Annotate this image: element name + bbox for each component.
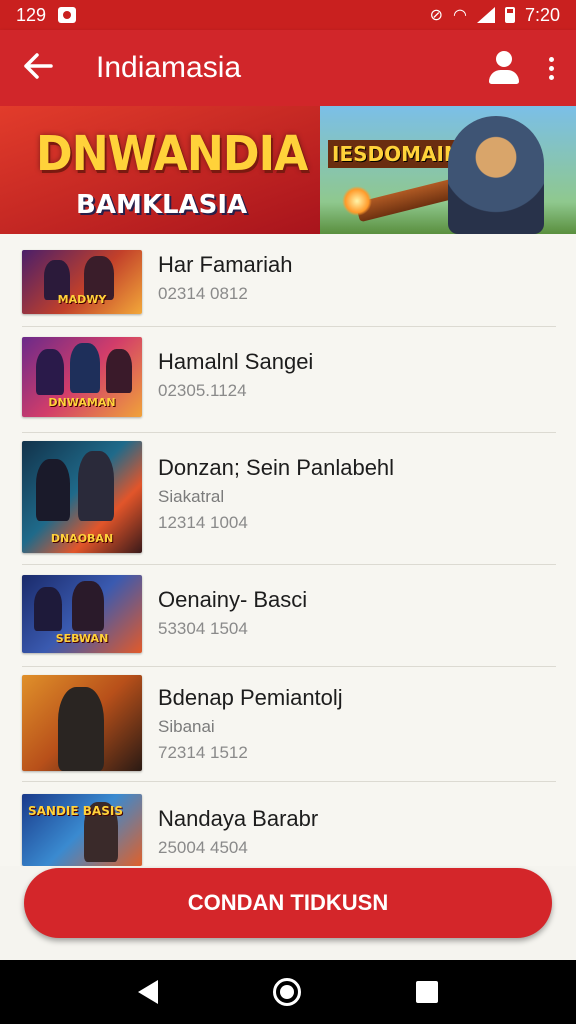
item-number: 53304 1504 [158, 619, 248, 638]
list-item[interactable]: DNAOBAN Donzan; Sein Panlabehl Siakatral… [0, 433, 576, 564]
banner-subtitle: BAMKLASIA [76, 190, 248, 220]
item-number: 02305.1124 [158, 381, 247, 400]
item-title: Bdenap Pemiantolj [158, 685, 343, 710]
nav-recents-icon[interactable] [416, 981, 439, 1003]
item-number: 72314 1512 [158, 743, 248, 762]
game-thumbnail: MADWY [22, 250, 142, 314]
list-item[interactable]: MADWY Har Famariah 02314 0812 [0, 234, 576, 326]
wifi-icon: ◠ [452, 7, 467, 24]
account-icon[interactable] [487, 51, 521, 85]
list-item[interactable]: SEBWAN Oenainy- Basci 53304 1504 [0, 565, 576, 666]
arrow-left-icon [23, 49, 53, 88]
item-number: 25004 4504 [158, 838, 248, 857]
game-list[interactable]: MADWY Har Famariah 02314 0812 DNWAMAN Ha… [0, 234, 576, 866]
game-thumbnail [22, 675, 142, 771]
item-number: 02314 0812 [158, 284, 248, 303]
banner-art-right: IESDOMAIN [320, 106, 576, 234]
item-title: Hamalnl Sangei [158, 349, 314, 374]
banner-hero-art [448, 116, 544, 234]
status-time-left: 129 [16, 4, 47, 25]
promo-banner[interactable]: DNWANDIA BAMKLASIA IESDOMAIN [0, 106, 576, 234]
system-nav-bar [0, 960, 576, 1024]
battery-icon [504, 7, 515, 23]
cta-button[interactable]: CONDAN TIDKUSN [24, 868, 552, 938]
more-vert-icon[interactable] [549, 56, 554, 80]
nav-back-icon[interactable] [137, 980, 158, 1004]
app-title: Indiamasia [96, 51, 242, 84]
alarm-icon: ⊘ [429, 7, 443, 24]
banner-flash-art [342, 186, 372, 216]
status-time: 7:20 [524, 4, 560, 25]
list-item[interactable]: Bdenap Pemiantolj Sibanai 72314 1512 [0, 667, 576, 781]
game-thumbnail: DNWAMAN [22, 337, 142, 417]
item-number: 12314 1004 [158, 513, 248, 532]
list-item[interactable]: DNWAMAN Hamalnl Sangei 02305.1124 [0, 327, 576, 433]
notification-icon [58, 7, 77, 23]
item-subtitle: Sibanai [158, 717, 215, 736]
game-thumbnail: SEBWAN [22, 575, 142, 653]
item-subtitle: Siakatral [158, 487, 225, 506]
item-title: Donzan; Sein Panlabehl [158, 455, 395, 480]
game-thumbnail: DNAOBAN [22, 441, 142, 553]
game-thumbnail: SANDIE BASIS [22, 794, 142, 866]
banner-game-tag: IESDOMAIN [328, 140, 465, 168]
item-title: Har Famariah [158, 252, 293, 277]
signal-icon [476, 7, 495, 23]
status-bar: 129 ⊘ ◠ 7:20 [0, 0, 576, 30]
app-bar: Indiamasia [0, 30, 576, 106]
item-title: Nandaya Barabr [158, 806, 319, 831]
item-title: Oenainy- Basci [158, 587, 308, 612]
list-item[interactable]: SANDIE BASIS Nandaya Barabr 25004 4504 [0, 782, 576, 866]
nav-home-icon[interactable] [272, 978, 301, 1006]
back-button[interactable] [0, 30, 76, 106]
banner-title: DNWANDIA [36, 126, 308, 182]
